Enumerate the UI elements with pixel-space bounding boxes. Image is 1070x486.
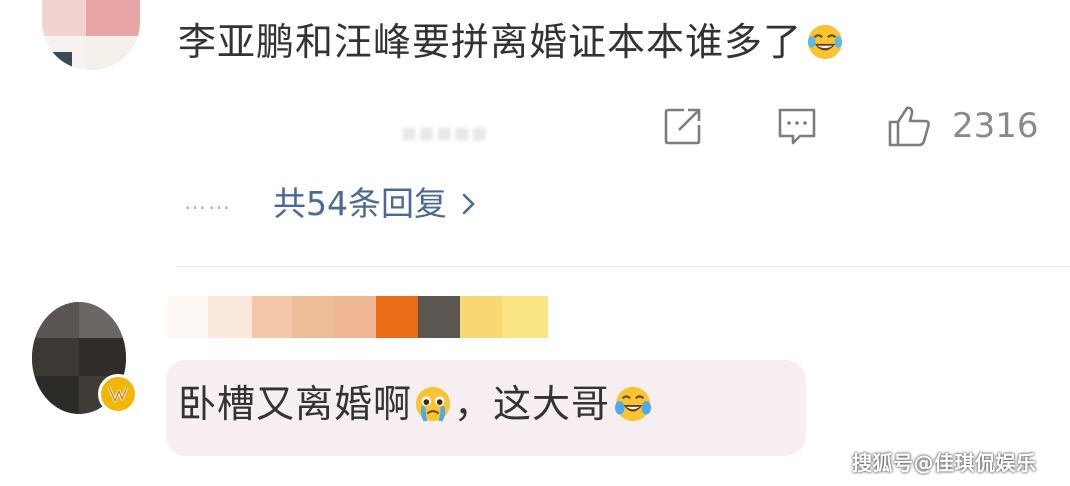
view-replies-link[interactable]: 共54条回复 (273, 182, 477, 226)
laughing-tears-emoji (614, 386, 652, 422)
avatar[interactable] (42, 0, 140, 70)
comment-text: 李亚鹏和汪峰要拼离婚证本本谁多了 (178, 14, 844, 70)
comment-icon[interactable] (776, 104, 820, 148)
username-pixelated[interactable] (168, 296, 548, 338)
comment-text: 卧槽又离婚啊 ，这大哥 (178, 376, 652, 432)
thumbs-up-icon[interactable] (886, 104, 934, 148)
like-count: 2316 (952, 106, 1039, 146)
vip-badge-icon (98, 374, 138, 414)
blurred-text: ▪▪▪▪▪ (400, 118, 489, 148)
watermark: 搜狐号@佳琪侃娱乐 (852, 451, 1037, 475)
chevron-right-icon (462, 193, 475, 215)
share-icon[interactable] (662, 104, 706, 148)
comment-divider (176, 266, 1070, 267)
reply-dots: …… (184, 190, 232, 215)
view-replies-label: 共54条回复 (273, 184, 447, 223)
laughing-tears-emoji (807, 24, 843, 60)
pleading-teary-emoji (415, 386, 451, 422)
